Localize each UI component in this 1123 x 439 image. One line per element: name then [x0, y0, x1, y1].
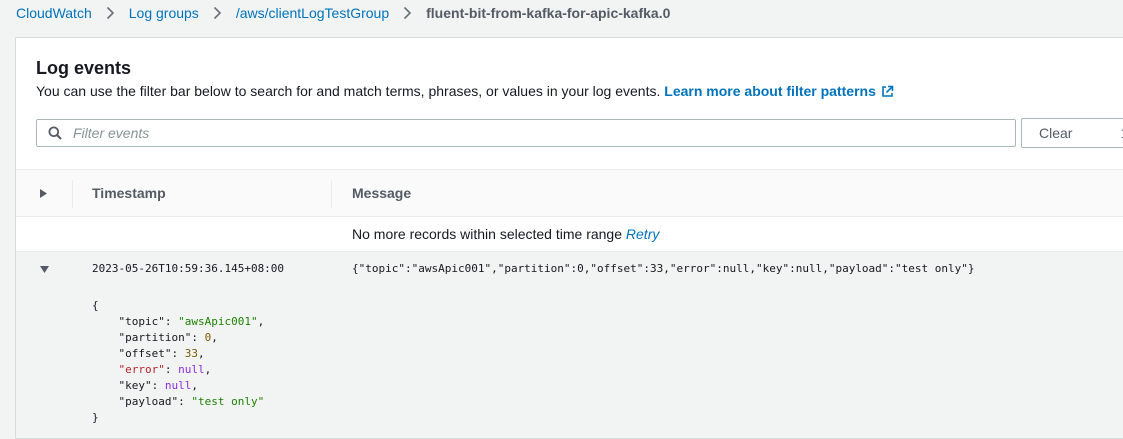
filter-box: [36, 119, 1016, 147]
chevron-right-icon: [106, 6, 115, 20]
event-message: {"topic":"awsApic001","partition":0,"off…: [352, 262, 975, 275]
learn-more-label: Learn more about filter patterns: [664, 83, 876, 99]
filter-events-input[interactable]: [71, 124, 975, 142]
column-divider: [72, 180, 73, 208]
json-key: "key": [118, 379, 152, 392]
breadcrumb-log-groups[interactable]: Log groups: [129, 5, 199, 21]
json-key: "offset": [118, 347, 172, 360]
panel-title: Log events: [36, 58, 132, 78]
json-sep: :: [191, 331, 205, 344]
chevron-right-icon: [403, 6, 412, 20]
json-open-brace: {: [92, 299, 99, 312]
json-key: "error": [118, 363, 165, 376]
caret-down-icon[interactable]: [39, 261, 50, 279]
no-more-records-text: No more records within selected time ran…: [352, 226, 623, 242]
json-comma: ,: [257, 315, 265, 328]
panel-description: You can use the filter bar below to sear…: [36, 82, 1116, 102]
external-link-icon: [881, 84, 894, 102]
retry-link[interactable]: Retry: [626, 226, 659, 242]
json-value: "test only": [191, 395, 265, 408]
search-icon: [48, 126, 62, 140]
clear-button[interactable]: Clear1r: [1021, 118, 1123, 148]
clear-label: Clear: [1039, 125, 1073, 141]
log-events-table: Timestamp Message No more records within…: [16, 169, 1123, 438]
column-divider: [331, 180, 332, 208]
json-value: 33: [184, 347, 198, 360]
description-text: You can use the filter bar below to sear…: [36, 83, 661, 99]
json-sep: :: [164, 315, 179, 328]
breadcrumb-log-group[interactable]: /aws/clientLogTestGroup: [236, 5, 389, 21]
table-header: Timestamp Message: [16, 169, 1123, 217]
json-sep: :: [151, 379, 165, 392]
json-comma: ,: [197, 347, 205, 360]
json-sep: :: [178, 395, 192, 408]
breadcrumb-cloudwatch[interactable]: CloudWatch: [16, 5, 92, 21]
chevron-right-icon: [213, 6, 222, 20]
json-key: "payload": [118, 395, 179, 408]
json-value: null: [178, 363, 205, 376]
json-line: "key": null,: [119, 379, 199, 392]
json-close-brace: }: [92, 411, 99, 424]
json-line: "topic": "awsApic001",: [119, 315, 265, 328]
breadcrumb: CloudWatch Log groups /aws/clientLogTest…: [16, 3, 670, 23]
breadcrumb-log-stream: fluent-bit-from-kafka-for-apic-kafka.0: [426, 5, 671, 21]
json-line: "offset": 33,: [119, 347, 205, 360]
caret-right-icon[interactable]: [39, 186, 48, 204]
no-more-records-message: No more records within selected time ran…: [352, 226, 659, 242]
json-comma: ,: [191, 379, 198, 392]
no-more-records-row: No more records within selected time ran…: [16, 217, 1123, 252]
event-timestamp: 2023-05-26T10:59:36.145+08:00: [92, 262, 285, 275]
json-comma: ,: [211, 331, 218, 344]
json-sep: :: [164, 363, 179, 376]
log-events-panel: Log events You can use the filter bar be…: [15, 37, 1123, 439]
json-line: "partition": 0,: [119, 331, 218, 344]
json-key: "topic": [118, 315, 165, 328]
panel-header: Log events You can use the filter bar be…: [16, 38, 1123, 102]
log-event-row: 2023-05-26T10:59:36.145+08:00 {"topic":"…: [16, 252, 1123, 438]
json-comma: ,: [204, 363, 212, 376]
json-value: null: [164, 379, 192, 392]
column-header-message[interactable]: Message: [352, 185, 411, 201]
json-value: "awsApic001": [178, 315, 258, 328]
filter-row: Clear1r: [36, 118, 1123, 148]
learn-more-link[interactable]: Learn more about filter patterns: [664, 83, 894, 99]
json-sep: :: [171, 347, 185, 360]
event-json-expanded: { "topic": "awsApic001", "partition": 0,…: [92, 298, 264, 426]
json-key: "partition": [118, 331, 192, 344]
json-line: "payload": "test only": [119, 395, 265, 408]
json-line: "error": null,: [119, 363, 212, 376]
column-header-timestamp[interactable]: Timestamp: [92, 185, 166, 201]
